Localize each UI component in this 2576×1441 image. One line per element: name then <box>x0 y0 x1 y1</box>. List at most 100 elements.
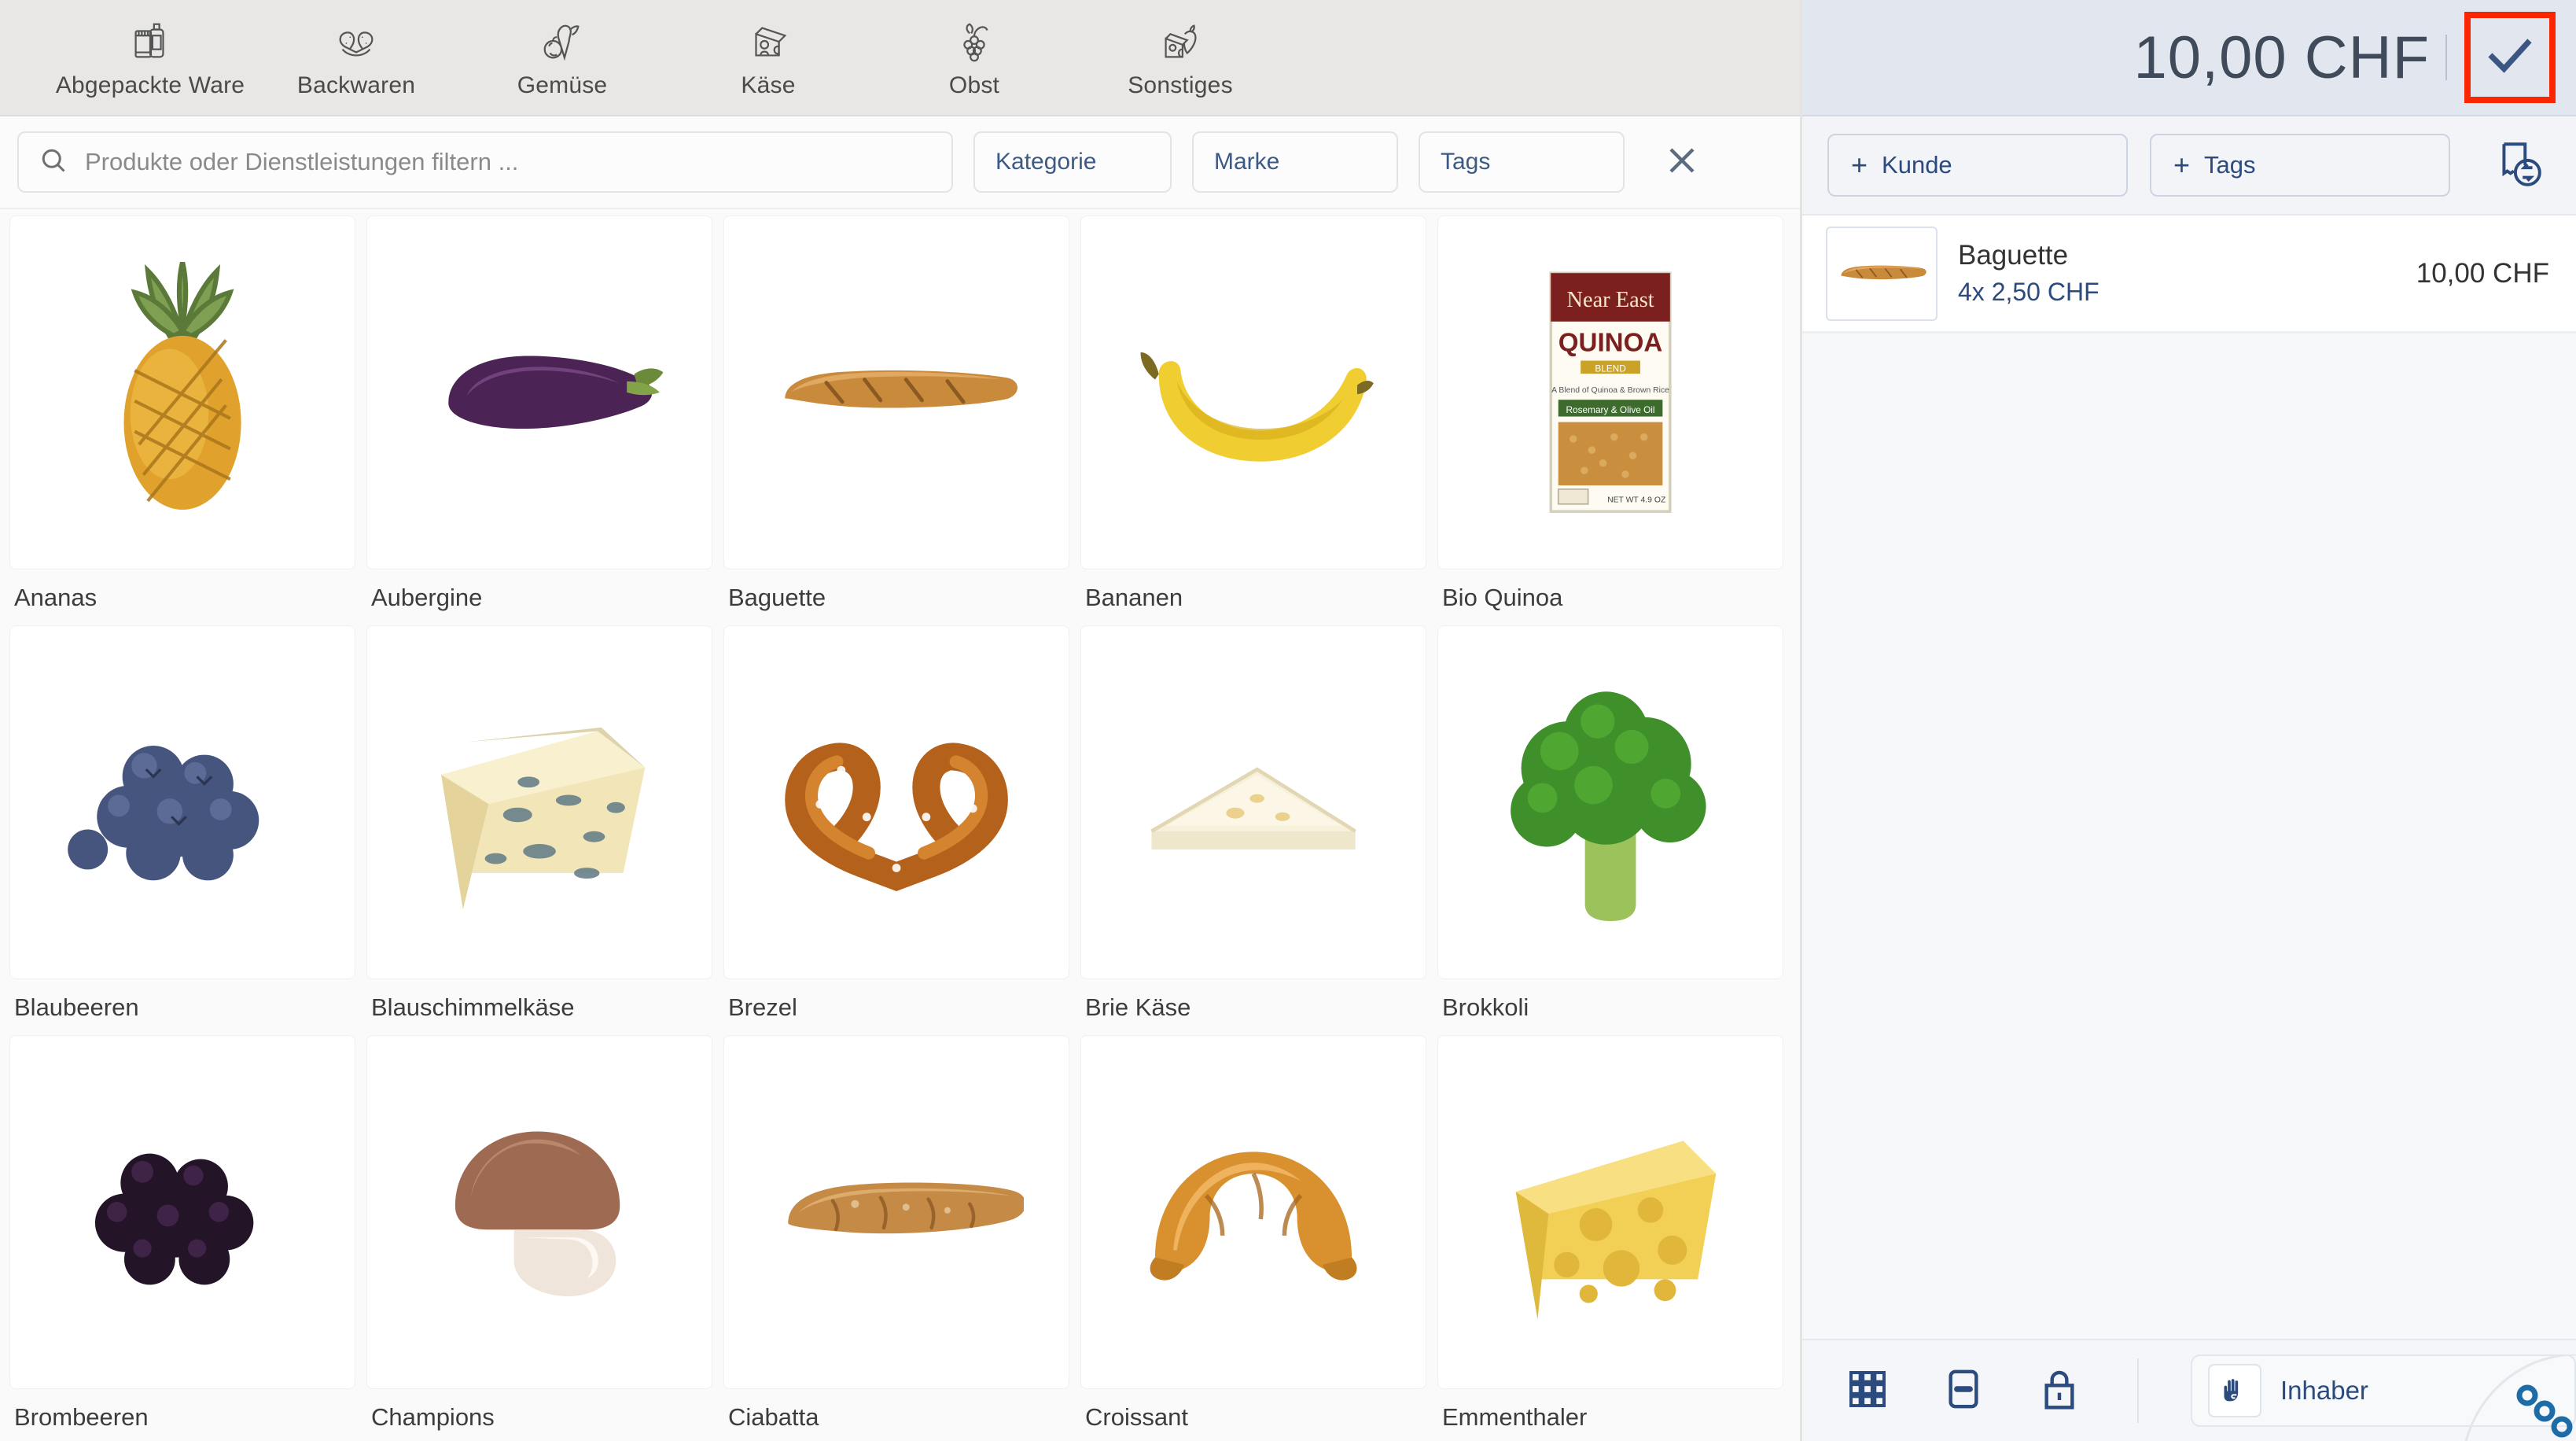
confirm-sale-button[interactable] <box>2464 12 2556 103</box>
lock-icon <box>2037 1367 2081 1415</box>
category-abgepackte-ware[interactable]: Abgepackte Ware <box>47 0 253 116</box>
product-name: Bio Quinoa <box>1442 584 1563 611</box>
product-grid-container: Ananas Aubergine Baguette Bananen Near E… <box>0 209 1800 1441</box>
product-name: Brezel <box>728 993 797 1021</box>
cheese-icon <box>744 16 793 68</box>
product-name: Bananen <box>1085 584 1183 611</box>
product-card[interactable]: Brie Käse <box>1080 625 1436 1035</box>
cart-total-amount: 10,00 CHF <box>2133 24 2430 91</box>
receipt-return-icon <box>2493 138 2545 193</box>
line-item-total: 10,00 CHF <box>2416 257 2549 289</box>
category-gemuese[interactable]: Gemüse <box>459 0 665 116</box>
pos-application: Abgepackte Ware Backwaren Gemüse Käse Ob… <box>0 0 2576 1441</box>
category-label: Obst <box>948 72 1000 98</box>
product-card[interactable]: Ciabatta <box>723 1035 1079 1441</box>
product-name: Ananas <box>14 584 98 611</box>
product-image-blue-cheese <box>366 625 712 979</box>
clear-filters-button[interactable] <box>1653 133 1711 191</box>
svg-text:Rosemary & Olive Oil: Rosemary & Olive Oil <box>1566 404 1654 415</box>
category-toolbar: Abgepackte Ware Backwaren Gemüse Käse Ob… <box>0 0 1800 116</box>
category-kaese[interactable]: Käse <box>665 0 871 116</box>
misc-food-icon <box>1156 16 1205 68</box>
line-item-image-baguette <box>1826 226 1938 321</box>
line-item-name: Baguette <box>1958 240 2069 271</box>
product-image-pretzel <box>723 625 1069 979</box>
add-customer-button[interactable]: + Kunde <box>1827 134 2128 197</box>
product-image-blueberries <box>9 625 355 979</box>
lock-button[interactable] <box>2032 1363 2087 1418</box>
plus-icon: + <box>1851 149 1868 181</box>
product-card[interactable]: Croissant <box>1080 1035 1436 1441</box>
product-grid: Ananas Aubergine Baguette Bananen Near E… <box>9 209 1790 1441</box>
product-card[interactable]: Brokkoli <box>1437 625 1793 1035</box>
product-name: Croissant <box>1085 1403 1188 1431</box>
close-icon <box>1663 142 1701 183</box>
product-name: Brokkoli <box>1442 993 1529 1021</box>
product-card[interactable]: Emmenthaler <box>1437 1035 1793 1441</box>
cart-pane: 10,00 CHF + Kunde + Tags Baguette 4x 2,5… <box>1802 0 2576 1441</box>
product-image-blackberries <box>9 1035 355 1389</box>
category-backwaren[interactable]: Backwaren <box>253 0 459 116</box>
line-item-details: Baguette 4x 2,50 CHF <box>1958 240 2396 307</box>
product-card[interactable]: Blaubeeren <box>9 625 365 1035</box>
keypad-button[interactable] <box>1840 1363 1895 1418</box>
product-card[interactable]: Aubergine <box>366 216 722 625</box>
category-label: Käse <box>741 72 796 98</box>
filter-bar: Produkte oder Dienstleistungen filtern .… <box>0 116 1800 209</box>
filter-chip-tags[interactable]: Tags <box>1419 131 1625 193</box>
filter-chip-kategorie[interactable]: Kategorie <box>973 131 1172 193</box>
product-card[interactable]: Ananas <box>9 216 365 625</box>
add-customer-label: Kunde <box>1882 151 1952 179</box>
svg-text:A Blend of Quinoa & Brown Rice: A Blend of Quinoa & Brown Rice <box>1551 386 1669 395</box>
cart-header: 10,00 CHF <box>1802 0 2576 116</box>
product-card[interactable]: Blauschimmelkäse <box>366 625 722 1035</box>
product-name: Baguette <box>728 584 826 611</box>
add-tags-button[interactable]: + Tags <box>2150 134 2450 197</box>
receipt-return-button[interactable] <box>2483 130 2554 201</box>
packaged-goods-icon <box>126 16 175 68</box>
cart-line-item[interactable]: Baguette 4x 2,50 CHF 10,00 CHF <box>1802 216 2576 334</box>
product-card[interactable]: Brombeeren <box>9 1035 365 1441</box>
minus-box-icon <box>1941 1367 1985 1415</box>
product-image-pineapple <box>9 216 355 569</box>
product-name: Blaubeeren <box>14 993 139 1021</box>
product-image-banana <box>1080 216 1426 569</box>
svg-text:Near East: Near East <box>1566 288 1654 312</box>
product-card[interactable]: Brezel <box>723 625 1079 1035</box>
category-sonstiges[interactable]: Sonstiges <box>1077 0 1283 116</box>
product-name: Aubergine <box>371 584 483 611</box>
product-image-quinoa-box: Near East QUINOA BLEND A Blend of Quinoa… <box>1437 216 1783 569</box>
svg-text:BLEND: BLEND <box>1595 363 1625 374</box>
product-card[interactable]: Near East QUINOA BLEND A Blend of Quinoa… <box>1437 216 1793 625</box>
cart-actions-bar: + Kunde + Tags <box>1802 116 2576 216</box>
pretzel-icon <box>332 16 381 68</box>
category-label: Sonstiges <box>1128 72 1233 98</box>
product-image-baguette <box>723 216 1069 569</box>
product-name: Ciabatta <box>728 1403 819 1431</box>
product-card[interactable]: Baguette <box>723 216 1079 625</box>
filter-chip-marke[interactable]: Marke <box>1192 131 1398 193</box>
hand-icon <box>2208 1364 2261 1417</box>
catalog-pane: Abgepackte Ware Backwaren Gemüse Käse Ob… <box>0 0 1802 1441</box>
keypad-grid-icon <box>1846 1367 1890 1415</box>
grapes-icon <box>950 16 999 68</box>
cart-footer-toolbar: Inhaber <box>1802 1339 2576 1441</box>
vegetables-icon <box>538 16 587 68</box>
product-name: Emmenthaler <box>1442 1403 1588 1431</box>
product-card[interactable]: Champions <box>366 1035 722 1441</box>
product-image-croissant <box>1080 1035 1426 1389</box>
remove-item-button[interactable] <box>1936 1363 1991 1418</box>
add-tags-label: Tags <box>2204 151 2256 179</box>
product-card[interactable]: Bananen <box>1080 216 1436 625</box>
current-user-chip[interactable]: Inhaber <box>2191 1354 2576 1427</box>
product-image-eggplant <box>366 216 712 569</box>
search-placeholder: Produkte oder Dienstleistungen filtern .… <box>85 148 519 175</box>
category-obst[interactable]: Obst <box>871 0 1077 116</box>
category-label: Gemüse <box>517 72 608 98</box>
checkmark-icon <box>2482 28 2538 88</box>
search-icon <box>39 146 68 179</box>
product-name: Champions <box>371 1403 495 1431</box>
line-item-quantity-price[interactable]: 4x 2,50 CHF <box>1958 278 2396 307</box>
search-input[interactable]: Produkte oder Dienstleistungen filtern .… <box>17 131 953 193</box>
product-image-mushroom <box>366 1035 712 1389</box>
